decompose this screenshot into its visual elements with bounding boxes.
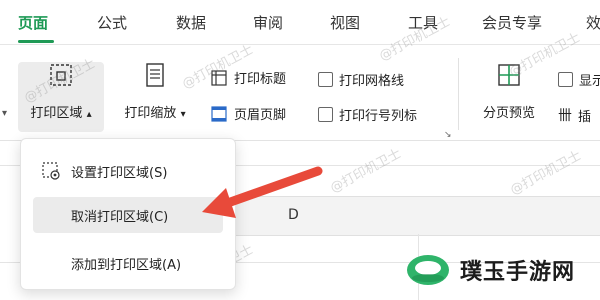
menu-item-set-print-area[interactable]: 设置打印区域(S) [33,153,223,189]
print-row-col-checkbox[interactable]: 打印行号列标 [318,105,417,124]
checkbox-box[interactable] [318,107,333,122]
print-area-icon [50,64,72,86]
show-label: 显示 [579,74,600,89]
print-row-col-label: 打印行号列标 [339,109,418,124]
header-footer-button[interactable]: 页眉页脚 [210,104,286,123]
page-break-preview-button[interactable]: 分页预览 [470,62,548,121]
caret-down-icon[interactable]: ▾ [2,108,7,119]
print-area-label: 打印区域 [30,106,83,121]
print-gridlines-checkbox[interactable]: 打印网格线 [318,70,404,89]
menu-item-label: 取消打印区域(C) [71,209,169,225]
menu-item-label: 添加到打印区域(A) [71,257,182,273]
chevron-down-icon: ▴ [86,109,92,120]
print-area-button[interactable]: 打印区域 ▴ [18,62,104,121]
active-tab-indicator [18,40,54,43]
checkbox-box[interactable] [558,72,573,87]
brand-name: 璞玉手游网 [460,260,576,285]
print-gridlines-label: 打印网格线 [339,74,405,89]
ribbon-group-separator [458,58,459,130]
page-break-preview-icon [498,64,520,86]
ribbon-tab-bar: 页面 公式 数据 审阅 视图 工具 会员专享 效 [0,0,600,45]
set-print-area-icon [42,162,60,180]
menu-item-cancel-print-area[interactable]: 取消打印区域(C) [33,197,223,233]
print-scale-icon [146,63,164,87]
checkbox-box[interactable] [318,72,333,87]
tab-tools[interactable]: 工具 [408,12,438,33]
column-header-d[interactable]: D [288,207,299,223]
print-titles-icon [211,69,227,86]
print-area-dropdown-menu: 设置打印区域(S) 取消打印区域(C) 添加到打印区域(A) [20,138,236,290]
chevron-down-icon: ▾ [180,109,186,120]
print-scale-label: 打印缩放 [124,106,177,121]
menu-item-label: 设置打印区域(S) [71,165,168,181]
tab-view[interactable]: 视图 [330,12,360,33]
insert-label: 插 [578,109,592,125]
header-footer-icon [211,105,227,122]
menu-item-add-to-print-area[interactable]: 添加到打印区域(A) [33,245,223,281]
print-titles-label: 打印标题 [234,72,287,87]
page-break-preview-label: 分页预览 [482,106,535,121]
tab-more[interactable]: 效 [586,12,600,33]
tab-page[interactable]: 页面 [18,12,48,33]
brand-logo: 璞玉手游网 [404,250,575,290]
tab-data[interactable]: 数据 [176,12,206,33]
show-checkbox[interactable]: 显示 [558,70,600,89]
jade-ring-logo-icon [407,255,449,285]
tab-member[interactable]: 会员专享 [482,12,542,33]
insert-button[interactable]: 卌 插 [558,105,591,125]
column-header-bar [230,196,600,236]
tab-review[interactable]: 审阅 [253,12,283,33]
insert-page-break-icon: 卌 [558,108,572,124]
tab-formula[interactable]: 公式 [97,12,127,33]
dialog-launcher-icon[interactable]: ↘ [444,130,452,140]
print-scale-button[interactable]: 打印缩放 ▾ [112,62,198,121]
header-footer-label: 页眉页脚 [234,108,287,123]
print-titles-button[interactable]: 打印标题 [210,68,286,87]
